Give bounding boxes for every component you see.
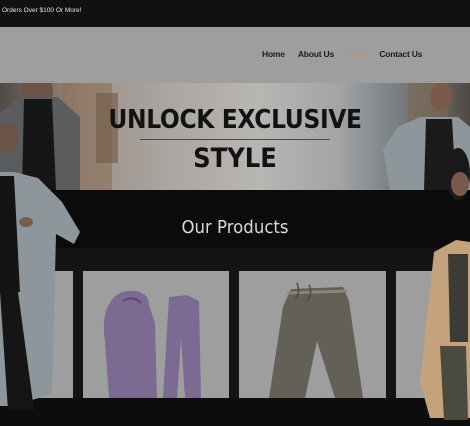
model-right-image <box>420 148 470 420</box>
product-card[interactable] <box>83 271 229 398</box>
nav-contact-us[interactable]: Contact Us <box>379 49 422 59</box>
nav-store[interactable]: Store <box>347 49 367 59</box>
product-card[interactable] <box>239 271 386 398</box>
main-nav: Home About Us Store Contact Us <box>262 49 422 59</box>
olive-sweatpants-image <box>269 282 363 398</box>
model-left-image <box>0 123 80 410</box>
nav-about-us[interactable]: About Us <box>298 49 334 59</box>
purple-hoodie-and-pants-image <box>103 290 201 398</box>
promo-text: Orders Over $100 Or More! <box>2 7 82 14</box>
nav-home[interactable]: Home <box>262 49 285 59</box>
hero-divider <box>140 139 330 140</box>
promo-bar: Orders Over $100 Or More! <box>0 0 470 27</box>
